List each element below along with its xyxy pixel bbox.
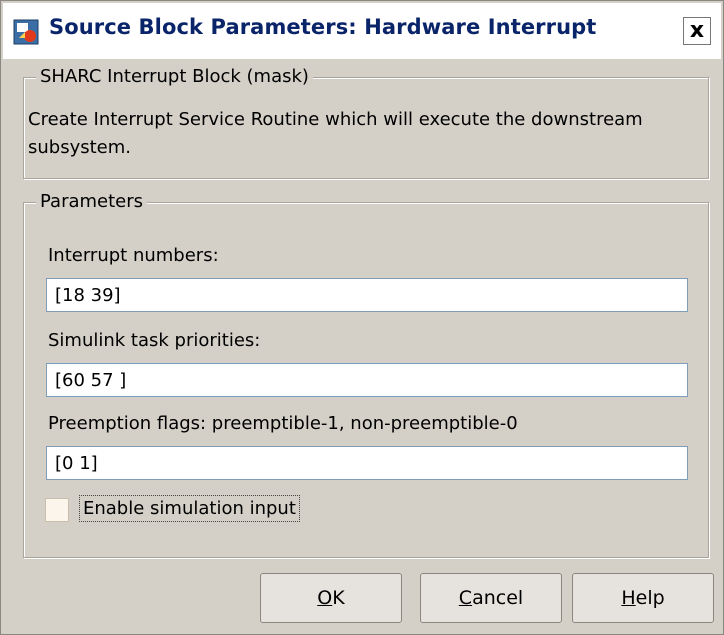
ok-label-rest: K xyxy=(332,587,345,609)
help-mnemonic: H xyxy=(621,587,636,609)
help-label-rest: elp xyxy=(635,587,665,609)
dialog-window: Source Block Parameters: Hardware Interr… xyxy=(0,0,724,635)
ok-button[interactable]: OK xyxy=(260,573,402,623)
mask-description: Create Interrupt Service Routine which w… xyxy=(28,109,643,158)
cancel-label-rest: ancel xyxy=(472,587,524,609)
title-bar[interactable]: Source Block Parameters: Hardware Interr… xyxy=(3,3,721,59)
preemption-flags-label: Preemption flags: preemptible-1, non-pre… xyxy=(48,413,518,434)
ok-mnemonic: O xyxy=(317,587,333,609)
mask-group-legend: SHARC Interrupt Block (mask) xyxy=(36,66,313,87)
task-priorities-field[interactable] xyxy=(46,363,688,397)
help-button[interactable]: Help xyxy=(572,573,714,623)
preemption-flags-field[interactable] xyxy=(46,446,688,480)
cancel-button[interactable]: Cancel xyxy=(420,573,562,623)
parameters-group-legend: Parameters xyxy=(36,191,148,212)
enable-simulation-input-label[interactable]: Enable simulation input xyxy=(79,495,300,522)
interrupt-numbers-field[interactable] xyxy=(46,278,688,312)
window-title: Source Block Parameters: Hardware Interr… xyxy=(49,15,597,39)
task-priorities-label: Simulink task priorities: xyxy=(48,330,261,351)
enable-simulation-input-checkbox[interactable] xyxy=(45,498,69,522)
cancel-mnemonic: C xyxy=(458,587,473,609)
interrupt-numbers-label: Interrupt numbers: xyxy=(48,245,219,266)
simulink-block-icon xyxy=(13,19,39,45)
mask-group: SHARC Interrupt Block (mask) Create Inte… xyxy=(23,66,709,179)
close-button[interactable]: x xyxy=(683,17,711,45)
close-icon: x xyxy=(689,18,705,43)
